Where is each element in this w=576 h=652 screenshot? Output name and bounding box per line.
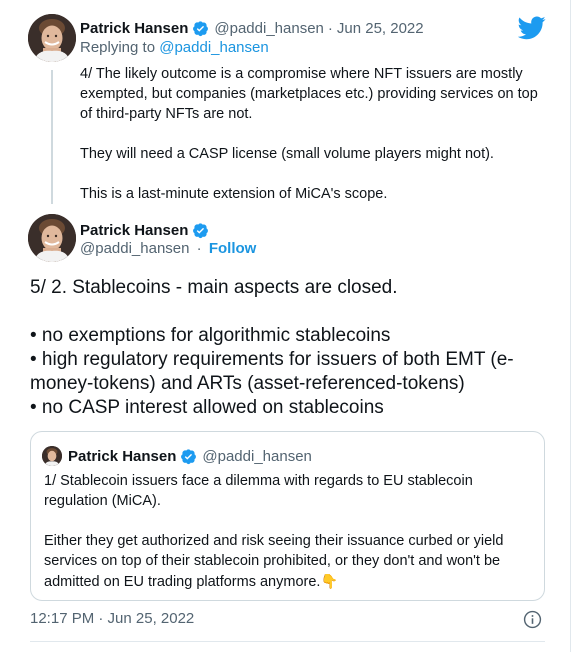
quoted-author-name: Patrick Hansen [68,447,177,465]
author-handle[interactable]: @paddi_hansen [80,240,189,257]
thread-connector-line [51,70,53,204]
tweet-paragraph: This is a last-minute extension of MiCA'… [80,186,388,202]
main-tweet-text: 5/ 2. Stablecoins - main aspects are clo… [30,276,550,420]
verified-badge-icon [193,222,209,238]
info-icon[interactable] [523,610,542,629]
quoted-author-avatar [42,446,62,466]
follow-button[interactable]: Follow [209,240,257,257]
previous-tweet-text: 4/ The likely outcome is a compromise wh… [80,64,550,204]
quoted-author-handle: @paddi_hansen [202,447,312,465]
tweet-line: • no CASP interest allowed on stablecoin… [30,397,384,418]
divider [30,641,545,642]
pointing-down-emoji: 👇 [320,573,338,589]
tweet-paragraph: They will need a CASP license (small vol… [80,146,494,162]
tweet-timestamp[interactable]: 12:17 PM · Jun 25, 2022 [30,610,194,627]
quoted-paragraph: 1/ Stablecoin issuers face a dilemma wit… [44,473,473,509]
verified-badge-icon [193,20,209,36]
author-avatar[interactable] [28,214,76,262]
replying-to-handle[interactable]: @paddi_hansen [159,39,268,56]
quoted-paragraph-text: Either they get authorized and risk seei… [44,533,504,590]
tweet-date[interactable]: Jun 25, 2022 [337,20,424,37]
author-avatar[interactable] [28,14,76,62]
separator: · [327,19,333,37]
replying-to: Replying to @paddi_hansen [80,39,269,56]
replying-label: Replying to [80,39,156,56]
author-handle[interactable]: @paddi_hansen [214,20,323,37]
separator: · [196,240,202,257]
tweet-line: • high regulatory requirements for issue… [30,349,514,394]
twitter-bird-icon[interactable] [518,16,546,40]
author-name[interactable]: Patrick Hansen [80,20,188,37]
quoted-tweet[interactable]: Patrick Hansen @paddi_hansen 1/ Stableco… [30,431,545,601]
tweet-paragraph: 4/ The likely outcome is a compromise wh… [80,66,538,122]
quoted-tweet-text: 1/ Stablecoin issuers face a dilemma wit… [44,471,534,592]
verified-badge-icon [181,448,197,464]
tweet-line: • no exemptions for algorithmic stableco… [30,325,391,346]
quoted-paragraph: Either they get authorized and risk seei… [44,531,534,592]
embedded-tweet-card: Patrick Hansen @paddi_hansen · Jun 25, 2… [0,0,571,652]
tweet-line: 5/ 2. Stablecoins - main aspects are clo… [30,277,398,298]
author-name[interactable]: Patrick Hansen [80,222,188,239]
